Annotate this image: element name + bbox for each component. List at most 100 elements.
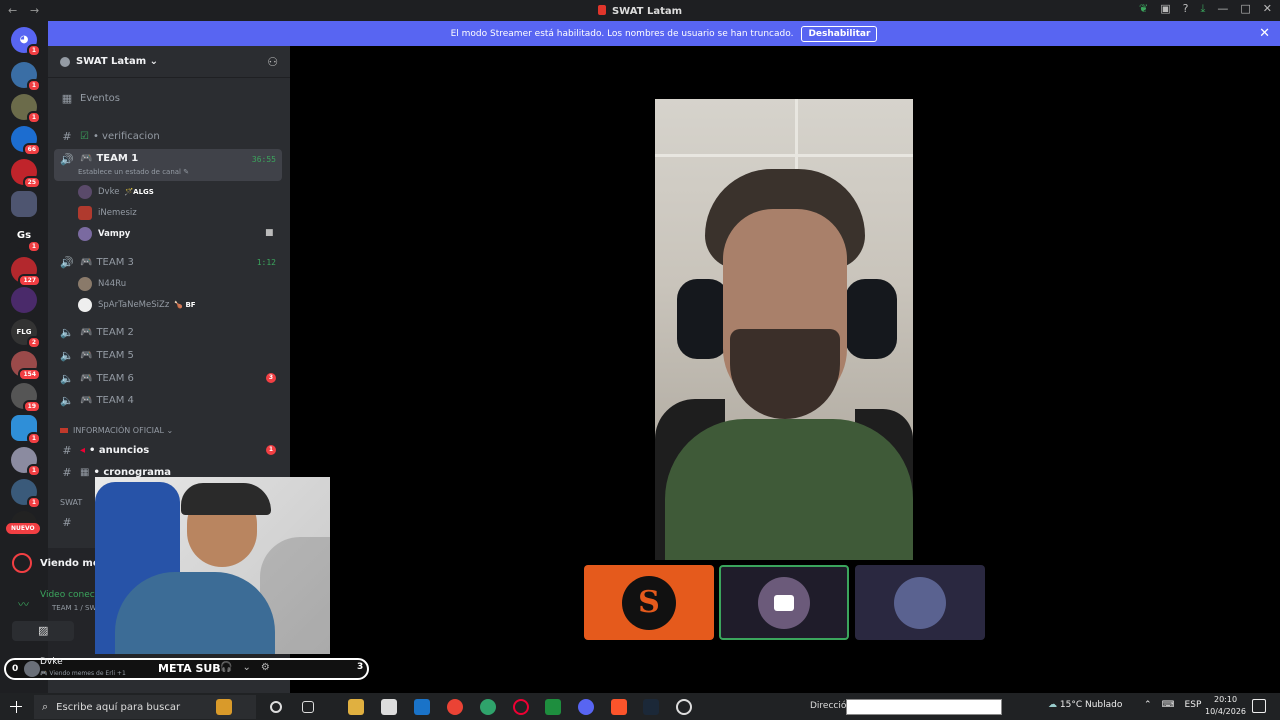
mention-badge: 3 [266, 373, 276, 383]
server-icon[interactable]: 1 [11, 447, 41, 477]
server-icon[interactable] [11, 287, 37, 313]
camera-off-button[interactable]: ▨ [12, 621, 74, 641]
channel-label: TEAM 4 [96, 394, 134, 406]
voice-user[interactable]: Dvke 🪄ALGS [78, 183, 154, 201]
chevron-down-icon[interactable]: ⌄ [242, 662, 250, 673]
voice-channel-team5[interactable]: 🔈 🎮 TEAM 5 [54, 345, 282, 365]
username[interactable]: Dvke [40, 657, 63, 667]
category-info[interactable]: INFORMACIÓN OFICIAL ⌄ [60, 426, 173, 435]
window-title: SWAT Latam [0, 4, 1280, 17]
store-icon[interactable] [381, 699, 397, 715]
calendar-icon: ▦ [61, 91, 73, 105]
gamepad-icon: 🎮 [80, 153, 93, 164]
streamer-webcam [95, 477, 330, 654]
signal-icon: 〰 [18, 598, 29, 611]
edge-icon[interactable] [480, 699, 496, 715]
server-icon[interactable]: 19 [11, 383, 41, 413]
participant-tile[interactable] [719, 565, 849, 640]
voice-channel-team2[interactable]: 🔈 🎮 TEAM 2 [54, 322, 282, 342]
voice-channel-team3[interactable]: 🔊 🎮 TEAM 3 1:12 [54, 252, 282, 272]
chevron-up-icon[interactable]: ⌃ [1144, 700, 1152, 710]
badge: 1 [26, 240, 41, 253]
server-icon[interactable]: Gs 1 [11, 223, 41, 253]
server-icon[interactable]: 1 [11, 415, 41, 445]
new-badge: NUEVO [6, 523, 40, 534]
category-swat[interactable]: SWAT [60, 498, 82, 507]
server-icon[interactable]: 1 [11, 94, 41, 124]
channel-anuncios[interactable]: # ◂ • anuncios 1 [54, 440, 282, 460]
title-bar: ← → SWAT Latam ❦ ▣ ? ⤓ — □ ✕ [0, 0, 1280, 21]
maximize-button[interactable]: □ [1240, 2, 1250, 16]
avatar [78, 277, 92, 291]
person-body [115, 572, 275, 654]
server-icon[interactable]: 154 [11, 351, 41, 381]
opera-icon[interactable] [513, 699, 529, 715]
weather-widget[interactable]: ☁ 15°C Nublado [1048, 700, 1122, 710]
user-status: 🎮 Viendo memes de Erli +1 [40, 670, 126, 677]
minimize-button[interactable]: — [1217, 2, 1228, 16]
participant-tile[interactable]: S [584, 565, 714, 640]
excel-icon[interactable] [545, 699, 561, 715]
windows-start-icon[interactable] [10, 700, 22, 713]
gear-icon[interactable]: ⚙ [261, 662, 270, 673]
banner-text: El modo Streamer está habilitado. Los no… [450, 28, 794, 39]
close-icon[interactable]: ✕ [1259, 26, 1270, 41]
server-icon[interactable]: FLG 2 [11, 319, 41, 349]
avatar [78, 185, 92, 199]
badge: 1 [26, 44, 41, 57]
server-icon[interactable]: 1 [11, 479, 41, 509]
language-indicator[interactable]: ESP [1185, 700, 1202, 710]
brave-icon[interactable] [611, 699, 627, 715]
badge: 1 [26, 79, 41, 92]
voice-channel-team6[interactable]: 🔈 🎮 TEAM 6 3 [54, 368, 282, 388]
voice-user[interactable]: N44Ru [78, 275, 126, 293]
server-icon[interactable]: 25 [11, 159, 41, 189]
server-icon[interactable]: 1 [11, 62, 41, 92]
video-connected-label[interactable]: Video conec [40, 590, 95, 600]
events-item[interactable]: ▦ Eventos [54, 88, 282, 108]
add-member-icon[interactable]: ⚇ [267, 55, 278, 69]
chrome-icon[interactable] [447, 699, 463, 715]
nitro-icon[interactable]: ❦ [1139, 2, 1148, 16]
voice-user[interactable]: iNemesiz [78, 204, 137, 222]
voice-channel-team4[interactable]: 🔈 🎮 TEAM 4 [54, 390, 282, 410]
close-window-button[interactable]: ✕ [1263, 2, 1272, 16]
address-input[interactable] [846, 699, 1002, 715]
headphones-icon[interactable]: 🎧 [220, 662, 232, 673]
participant-tile[interactable] [855, 565, 985, 640]
server-icon[interactable]: 127 [11, 257, 41, 287]
discord-icon[interactable] [578, 699, 594, 715]
server-icon[interactable]: 66 [11, 126, 41, 156]
outlook-icon[interactable] [414, 699, 430, 715]
server-icon [597, 4, 606, 15]
steam-icon[interactable] [643, 699, 659, 715]
speaker-icon: 🔈 [60, 393, 74, 407]
task-view-icon[interactable] [302, 701, 314, 713]
cortana-icon[interactable] [270, 701, 282, 713]
voice-user[interactable]: Vampy [78, 225, 130, 243]
discord-home-icon[interactable]: ◕ 1 [11, 27, 41, 57]
avatar[interactable] [24, 661, 41, 677]
notification-icon[interactable] [1252, 699, 1266, 713]
megaphone-icon: ◂ [80, 444, 86, 456]
clock[interactable]: 20:10 10/4/2026 [1205, 694, 1246, 718]
headphone [845, 279, 897, 359]
voice-channel-team1[interactable]: 🔊 🎮 TEAM 1 36:55 [54, 149, 282, 181]
events-label: Eventos [80, 92, 120, 104]
disable-streamer-button[interactable]: Deshabilitar [801, 25, 878, 42]
server-header[interactable]: SWAT Latam ⌄ ⚇ [48, 46, 290, 78]
help-icon[interactable]: ? [1183, 2, 1189, 16]
clock-date: 10/4/2026 [1205, 707, 1247, 716]
keyboard-icon[interactable]: ⌨ [1162, 700, 1175, 710]
inbox-icon[interactable]: ▣ [1160, 2, 1170, 16]
server-icon[interactable] [11, 191, 37, 217]
channel-verificacion[interactable]: # ☑ • verificacion [54, 126, 282, 146]
file-explorer-icon[interactable] [348, 699, 364, 715]
badge: 1 [26, 464, 41, 477]
voice-user[interactable]: SpArTaNeMeSiZz 🍗 BF [78, 296, 196, 314]
check-icon: ☑ [80, 130, 89, 142]
download-icon[interactable]: ⤓ [1201, 2, 1206, 16]
main-video-feed[interactable] [655, 99, 913, 560]
channel-status[interactable]: Establece un estado de canal ✎ [78, 168, 189, 176]
app-icon[interactable] [676, 699, 692, 715]
